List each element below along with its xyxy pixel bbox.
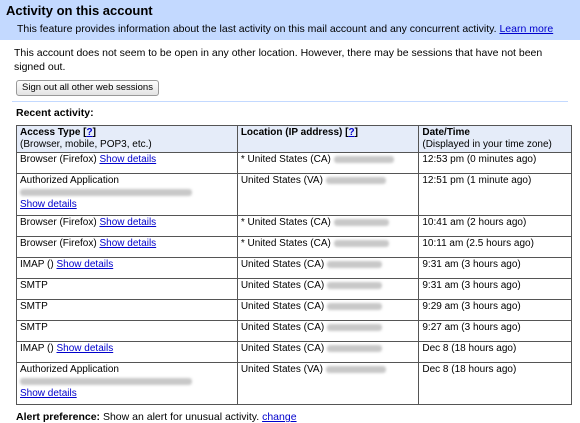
datetime-cell: 12:51 pm (1 minute ago): [418, 173, 572, 216]
divider: [12, 101, 568, 102]
page-title: Activity on this account: [6, 3, 153, 18]
location-cell: United States (CA): [236, 278, 420, 300]
datetime-subheader: (Displayed in your time zone): [422, 139, 552, 150]
datetime-cell: 9:31 am (3 hours ago): [418, 278, 572, 300]
redacted-ip: [326, 323, 382, 331]
show-details-link[interactable]: Show details: [57, 343, 114, 354]
redacted-ip: [326, 281, 382, 289]
datetime-cell: 9:27 am (3 hours ago): [418, 320, 572, 342]
show-details-link[interactable]: Show details: [99, 217, 156, 228]
datetime-cell: 12:53 pm (0 minutes ago): [418, 152, 572, 174]
location-cell: * United States (CA): [236, 215, 420, 237]
datetime-header: Date/Time (Displayed in your time zone): [418, 125, 572, 153]
info-text-line: This feature provides information about …: [6, 22, 574, 36]
table-row: IMAP () Show details United States (CA) …: [16, 341, 572, 363]
table-row: SMTP United States (CA) 9:27 am (3 hours…: [16, 320, 572, 342]
activity-table: Access Type [?] (Browser, mobile, POP3, …: [16, 125, 572, 405]
access-type-cell: SMTP: [16, 278, 238, 300]
location-cell: United States (VA): [236, 362, 420, 405]
info-text: This feature provides information about …: [17, 23, 497, 35]
access-type-cell: Browser (Firefox) Show details: [16, 236, 238, 258]
redacted-ip: [325, 365, 386, 373]
show-details-link[interactable]: Show details: [20, 199, 77, 210]
redacted-ip: [333, 218, 389, 226]
access-type-cell: IMAP () Show details: [16, 341, 238, 363]
location-cell: United States (CA): [236, 341, 420, 363]
change-alert-link[interactable]: change: [262, 411, 296, 423]
table-row: Authorized Application Show details Unit…: [16, 173, 572, 216]
datetime-cell: 9:31 am (3 hours ago): [418, 257, 572, 279]
location-cell: United States (CA): [236, 257, 420, 279]
show-details-link[interactable]: Show details: [99, 154, 156, 165]
sign-out-other-sessions-button[interactable]: Sign out all other web sessions: [16, 80, 159, 96]
location-cell: United States (CA): [236, 299, 420, 321]
datetime-cell: 10:41 am (2 hours ago): [418, 215, 572, 237]
activity-header: Activity on this account This feature pr…: [0, 0, 580, 40]
redacted-ip: [326, 302, 382, 310]
show-details-link[interactable]: Show details: [57, 259, 114, 270]
table-row: IMAP () Show details United States (CA) …: [16, 257, 572, 279]
session-status-text: This account does not seem to be open in…: [14, 47, 543, 73]
show-details-link[interactable]: Show details: [20, 388, 77, 399]
access-type-cell: Authorized Application Show details: [16, 362, 238, 405]
redacted-app-id: [20, 188, 192, 196]
learn-more-link[interactable]: Learn more: [499, 23, 553, 35]
access-type-subheader: (Browser, mobile, POP3, etc.): [20, 139, 152, 150]
redacted-ip: [325, 176, 386, 184]
table-row: SMTP United States (CA) 9:31 am (3 hours…: [16, 278, 572, 300]
datetime-cell: Dec 8 (18 hours ago): [418, 341, 572, 363]
table-row: Browser (Firefox) Show details * United …: [16, 236, 572, 258]
alert-preference: Alert preference: Show an alert for unus…: [16, 411, 568, 423]
table-row: Browser (Firefox) Show details * United …: [16, 152, 572, 174]
datetime-cell: 10:11 am (2.5 hours ago): [418, 236, 572, 258]
access-type-cell: Browser (Firefox) Show details: [16, 152, 238, 174]
recent-activity-title: Recent activity:: [16, 107, 94, 119]
redacted-ip: [326, 344, 382, 352]
location-cell: United States (VA): [236, 173, 420, 216]
table-row: SMTP United States (CA) 9:29 am (3 hours…: [16, 299, 572, 321]
table-header-row: Access Type [?] (Browser, mobile, POP3, …: [16, 125, 572, 153]
location-cell: United States (CA): [236, 320, 420, 342]
access-type-cell: Authorized Application Show details: [16, 173, 238, 216]
redacted-ip: [326, 260, 382, 268]
access-type-header: Access Type [?] (Browser, mobile, POP3, …: [16, 125, 238, 153]
redacted-ip: [333, 239, 389, 247]
datetime-cell: Dec 8 (18 hours ago): [418, 362, 572, 405]
datetime-cell: 9:29 am (3 hours ago): [418, 299, 572, 321]
content: This account does not seem to be open in…: [0, 40, 580, 423]
access-type-cell: Browser (Firefox) Show details: [16, 215, 238, 237]
table-row: Authorized Application Show details Unit…: [16, 362, 572, 405]
redacted-ip: [333, 155, 394, 163]
alert-preference-label: Alert preference:: [16, 411, 101, 423]
table-row: Browser (Firefox) Show details * United …: [16, 215, 572, 237]
location-cell: * United States (CA): [236, 236, 420, 258]
alert-preference-text: Show an alert for unusual activity.: [102, 411, 260, 423]
redacted-app-id: [20, 377, 192, 385]
access-type-cell: IMAP () Show details: [16, 257, 238, 279]
location-cell: * United States (CA): [236, 152, 420, 174]
access-type-cell: SMTP: [16, 320, 238, 342]
show-details-link[interactable]: Show details: [99, 238, 156, 249]
location-header: Location (IP address) [?]: [236, 125, 420, 153]
access-type-cell: SMTP: [16, 299, 238, 321]
